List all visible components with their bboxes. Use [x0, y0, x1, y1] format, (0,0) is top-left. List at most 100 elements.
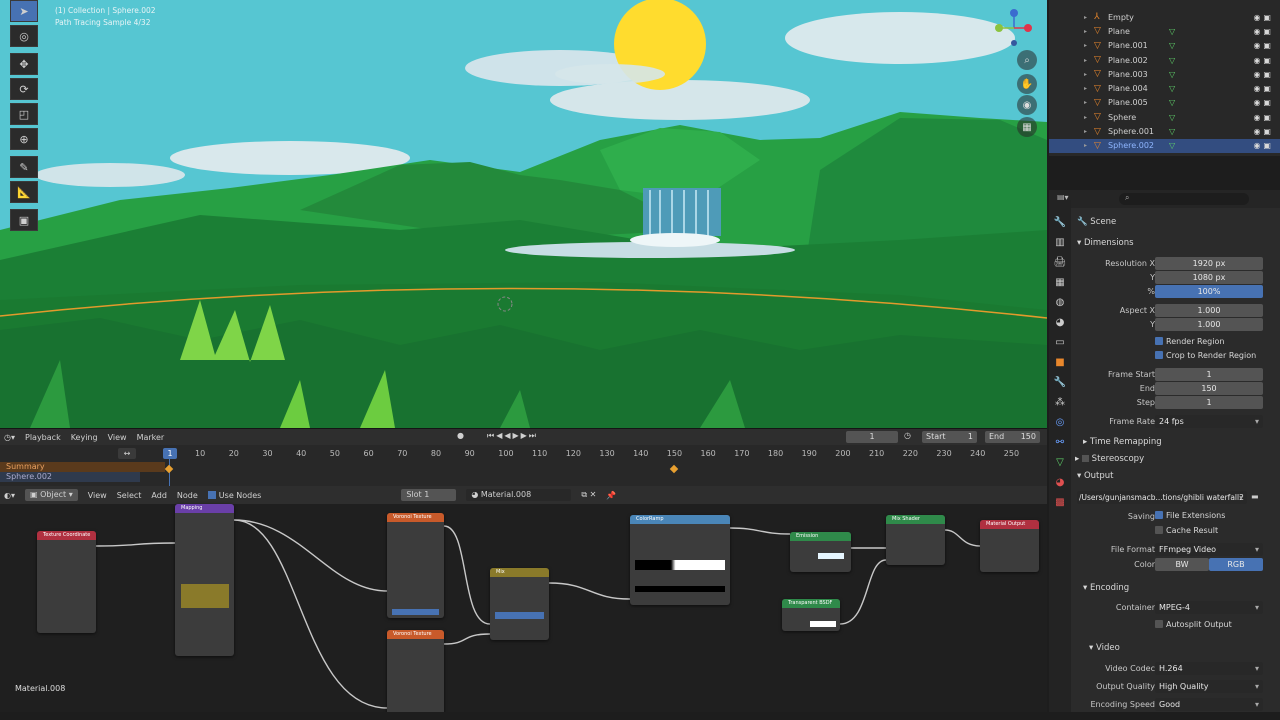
playback-controls[interactable]: ⏮◀◀▶▶⏭	[487, 431, 538, 441]
expand-arrow-icon[interactable]: ▸	[1084, 114, 1094, 121]
visibility-eye-icon[interactable]: ◉▣	[1253, 127, 1274, 136]
timeline-collapse-icon[interactable]: ↔	[118, 448, 136, 459]
render-region-checkbox[interactable]: Render Region	[1155, 337, 1224, 346]
expand-arrow-icon[interactable]: ▸	[1084, 14, 1094, 21]
output-tab-icon[interactable]: 🖨	[1049, 252, 1071, 272]
expand-arrow-icon[interactable]: ▸	[1084, 71, 1094, 78]
video-section[interactable]: ▾ Video	[1071, 640, 1280, 656]
visibility-eye-icon[interactable]: ◉▣	[1253, 141, 1274, 150]
move-tool-icon[interactable]: ✥	[10, 53, 38, 75]
colorramp-node[interactable]: ColorRamp	[630, 515, 730, 605]
expand-arrow-icon[interactable]: ▸	[1084, 42, 1094, 49]
keyframe-marker[interactable]	[669, 464, 679, 474]
video-codec-dropdown[interactable]: H.264	[1155, 662, 1263, 675]
texture-tab-icon[interactable]: ▩	[1049, 492, 1071, 512]
camera-view-icon[interactable]: ◉	[1017, 95, 1037, 115]
resolution-x-field[interactable]: 1920 px	[1155, 257, 1263, 270]
ortho-grid-icon[interactable]: ▦	[1017, 117, 1037, 137]
timeline[interactable]: ◷▾ Playback Keying View Marker ● ⏮◀◀▶▶⏭ …	[0, 428, 1047, 486]
tool-tab-icon[interactable]: 🔧	[1049, 212, 1071, 232]
mesh-data-icon[interactable]: ▽	[1169, 70, 1175, 79]
frame-end-field[interactable]: 150	[1155, 382, 1263, 395]
outliner-item[interactable]: ▸ ▽ Plane ▽ ◉▣	[1049, 24, 1280, 38]
mesh-data-icon[interactable]: ▽	[1169, 98, 1175, 107]
emission-node[interactable]: Emission	[790, 532, 851, 572]
mesh-data-icon[interactable]: ▽	[1169, 127, 1175, 136]
scale-tool-icon[interactable]: ◰	[10, 103, 38, 125]
mix-shader-node[interactable]: Mix Shader	[886, 515, 945, 565]
file-extensions-checkbox[interactable]: File Extensions	[1155, 511, 1225, 520]
container-dropdown[interactable]: MPEG-4	[1155, 601, 1263, 614]
shader-node-editor[interactable]: ◐▾ ▣ Object ▾ View Select Add Node Use N…	[0, 486, 1047, 720]
outliner-item[interactable]: ▸ ▽ Plane.003 ▽ ◉▣	[1049, 67, 1280, 81]
mesh-data-icon[interactable]: ▽	[1169, 84, 1175, 93]
3d-viewport[interactable]: (1) Collection | Sphere.002 Path Tracing…	[0, 0, 1047, 428]
visibility-eye-icon[interactable]: ◉▣	[1253, 70, 1274, 79]
current-frame-field[interactable]: 1	[846, 431, 898, 443]
view-layer-tab-icon[interactable]: ▦	[1049, 272, 1071, 292]
timeline-view-menu[interactable]: View	[108, 433, 127, 442]
encoding-speed-dropdown[interactable]: Good	[1155, 698, 1263, 711]
file-format-dropdown[interactable]: FFmpeg Video	[1155, 543, 1263, 556]
mesh-data-icon[interactable]: ▽	[1169, 113, 1175, 122]
visibility-eye-icon[interactable]: ◉▣	[1253, 84, 1274, 93]
add-cube-tool-icon[interactable]: ▣	[10, 209, 38, 231]
aspect-y-field[interactable]: 1.000	[1155, 318, 1263, 331]
resolution-y-field[interactable]: 1080 px	[1155, 271, 1263, 284]
outliner-item[interactable]: ▸ ▽ Plane.001 ▽ ◉▣	[1049, 39, 1280, 53]
mesh-data-icon[interactable]: ▽	[1169, 41, 1175, 50]
marker-menu[interactable]: Marker	[137, 433, 165, 442]
modifier-tab-icon[interactable]: 🔧	[1049, 372, 1071, 392]
encoding-section[interactable]: ▾ Encoding	[1071, 580, 1280, 596]
time-remapping-section[interactable]: ▸ Time Remapping	[1071, 434, 1280, 450]
outliner-item[interactable]: ▸ ▽ Plane.004 ▽ ◉▣	[1049, 81, 1280, 95]
collection-tab-icon[interactable]: ▭	[1049, 332, 1071, 352]
visibility-eye-icon[interactable]: ◉▣	[1253, 113, 1274, 122]
autosplit-checkbox[interactable]: Autosplit Output	[1155, 620, 1232, 629]
data-tab-icon[interactable]: ▽	[1049, 452, 1071, 472]
resolution-percent-slider[interactable]: 100%	[1155, 285, 1263, 298]
dimensions-section[interactable]: ▾ Dimensions	[1071, 235, 1280, 251]
colorramp-gradient[interactable]	[635, 560, 725, 570]
mix-factor-field[interactable]	[495, 612, 544, 619]
navigation-gizmo-icon[interactable]	[987, 8, 1041, 48]
keying-menu[interactable]: Keying	[71, 433, 98, 442]
cache-result-checkbox[interactable]: Cache Result	[1155, 526, 1218, 535]
expand-arrow-icon[interactable]: ▸	[1084, 85, 1094, 92]
stereoscopy-checkbox[interactable]	[1081, 455, 1089, 462]
color-rgb-button[interactable]: RGB	[1209, 558, 1263, 571]
folder-icon[interactable]: ▬	[1251, 492, 1259, 501]
expand-arrow-icon[interactable]: ▸	[1084, 128, 1094, 135]
crop-region-checkbox[interactable]: Crop to Render Region	[1155, 351, 1256, 360]
outliner-item[interactable]: ▸ ▽ Plane.005 ▽ ◉▣	[1049, 96, 1280, 110]
transparent-bsdf-node[interactable]: Transparent BSDF	[782, 599, 840, 631]
material-tab-icon[interactable]: ◕	[1049, 472, 1071, 492]
outliner-item[interactable]: ▸ ▽ Sphere ▽ ◉▣	[1049, 110, 1280, 124]
outliner-item[interactable]: ▸ ▽ Plane.002 ▽ ◉▣	[1049, 53, 1280, 67]
transparent-color-swatch[interactable]	[810, 621, 836, 627]
stereoscopy-section[interactable]: ▸ Stereoscopy	[1071, 451, 1280, 467]
outliner-item[interactable]: ▸ ⅄ Empty ◉▣	[1049, 10, 1280, 24]
frame-rate-dropdown[interactable]: 24 fps	[1155, 415, 1263, 428]
keyframe-marker-start[interactable]	[164, 464, 174, 474]
constraints-tab-icon[interactable]: ⚯	[1049, 432, 1071, 452]
summary-channel[interactable]: Summary	[0, 462, 165, 472]
outliner[interactable]: ▸ ⅄ Empty ◉▣ ▸ ▽ Plane ▽ ◉▣ ▸ ▽ Plane.001 ▽ ◉▣ ▸ ▽ Plane…	[1049, 0, 1280, 156]
render-tab-icon[interactable]: ▥	[1049, 232, 1071, 252]
aspect-x-field[interactable]: 1.000	[1155, 304, 1263, 317]
rotate-tool-icon[interactable]: ⟳	[10, 78, 38, 100]
mesh-data-icon[interactable]: ▽	[1169, 27, 1175, 36]
mesh-data-icon[interactable]: ▽	[1169, 56, 1175, 65]
playback-menu[interactable]: Playback	[25, 433, 61, 442]
output-section[interactable]: ▾ Output	[1071, 468, 1280, 484]
visibility-eye-icon[interactable]: ◉▣	[1253, 13, 1274, 22]
expand-arrow-icon[interactable]: ▸	[1084, 99, 1094, 106]
properties-search-input[interactable]: ⌕	[1119, 193, 1249, 205]
outliner-item[interactable]: ▸ ▽ Sphere.002 ▽ ◉▣	[1049, 138, 1280, 153]
colorramp-color-swatch[interactable]	[635, 586, 725, 592]
scene-tab-icon[interactable]: ◍	[1049, 292, 1071, 312]
pan-hand-icon[interactable]: ✋	[1017, 74, 1037, 94]
material-output-node[interactable]: Material Output	[980, 520, 1039, 572]
visibility-eye-icon[interactable]: ◉▣	[1253, 27, 1274, 36]
transform-tool-icon[interactable]: ⊕	[10, 128, 38, 150]
